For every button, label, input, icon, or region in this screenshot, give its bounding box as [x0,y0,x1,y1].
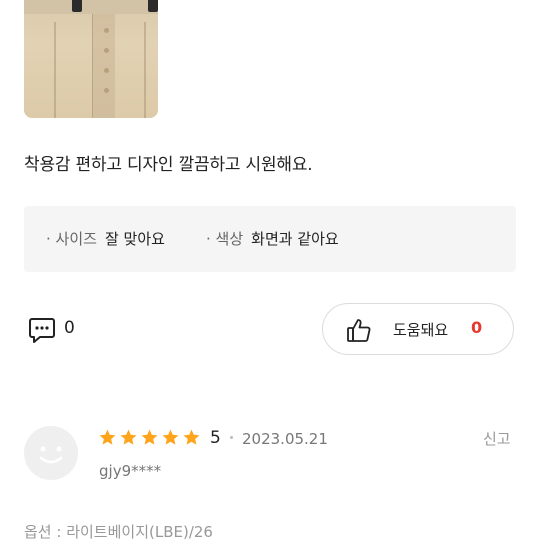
helpful-count: 0 [471,318,483,337]
review-attributes: · 사이즈 잘 맞아요 · 색상 화면과 같아요 [24,206,516,272]
avatar [24,426,78,480]
fabric-fold [144,22,146,118]
star-icon [120,429,137,445]
separator-dot [230,436,233,439]
star-icon [162,429,179,445]
report-link[interactable]: 신고 [483,428,511,449]
speech-bubble-icon[interactable] [28,316,56,344]
star-icon [141,429,158,445]
hanger-clip [148,0,158,12]
review-body-text: 착용감 편하고 디자인 깔끔하고 시원해요. [24,155,313,175]
helpful-button[interactable]: 도움돼요 0 [322,303,514,355]
review-date: 2023.05.21 [242,430,328,448]
review-photo-thumbnail[interactable] [24,0,158,118]
smiley-face-icon [39,446,63,464]
pants-button [104,88,109,93]
pants-button [104,68,109,73]
star-icon [183,429,200,445]
thumbs-up-icon [347,319,371,342]
attribute-key: 사이즈 [55,230,97,248]
attribute-size: · 사이즈 잘 맞아요 [46,230,165,248]
star-icon [99,429,116,445]
attribute-key: 색상 [215,230,244,248]
rating-score: 5 [210,428,221,448]
reviewer-id: gjy9**** [99,462,162,480]
attribute-color: · 색상 화면과 같아요 [206,230,339,248]
attribute-value: 잘 맞아요 [104,230,165,248]
helpful-label: 도움돼요 [393,321,449,339]
purchased-option: 옵션 : 라이트베이지(LBE)/26 [24,523,213,541]
pants-button [104,48,109,53]
hanger-bar [24,0,158,14]
pants-button [104,28,109,33]
attribute-value: 화면과 같아요 [251,230,339,248]
fabric-fold [54,22,56,118]
hanger-clip [72,0,82,12]
comment-count: 0 [64,318,75,338]
